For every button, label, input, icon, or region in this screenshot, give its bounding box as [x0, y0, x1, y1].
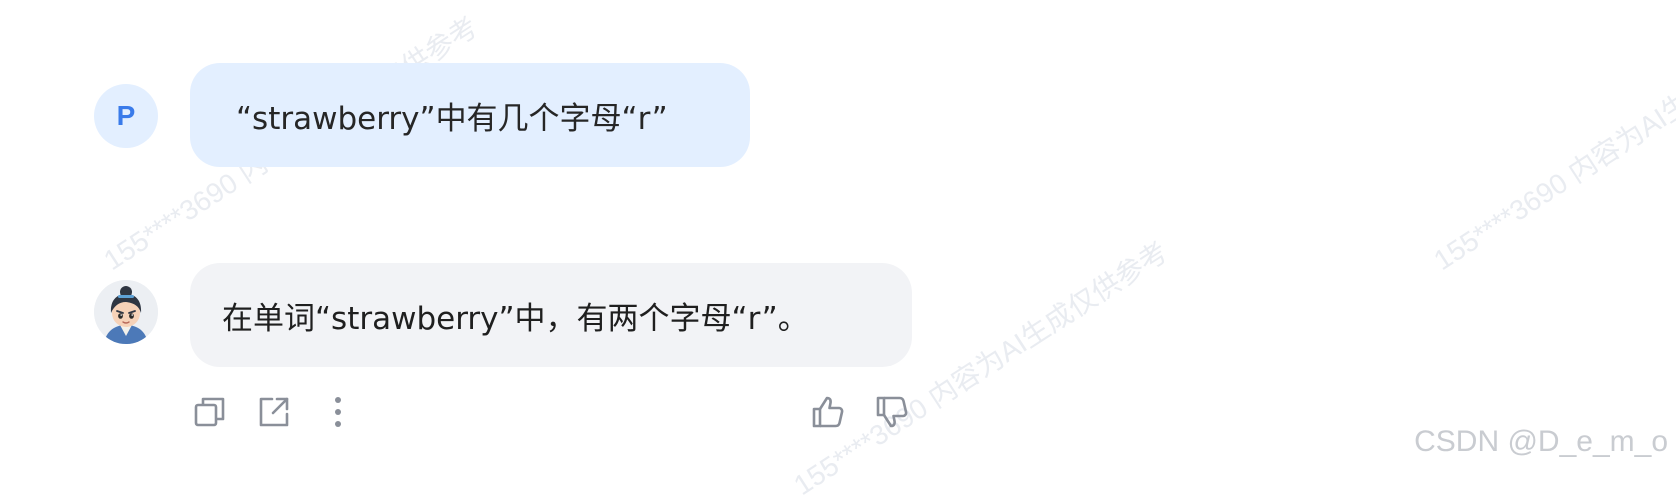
assistant-avatar — [94, 280, 158, 344]
watermark: 155****3690 内容为AI生成仅供参考 — [1428, 11, 1676, 277]
copy-icon[interactable] — [192, 394, 228, 430]
assistant-message-text: 在单词“strawberry”中，有两个字母“r”。 — [222, 300, 809, 337]
user-avatar: P — [94, 84, 158, 148]
thumbs-down-icon[interactable] — [874, 394, 910, 430]
user-message-text: “strawberry”中有几个字母“r” — [236, 100, 668, 137]
thumbs-up-icon[interactable] — [810, 394, 846, 430]
csdn-credit: CSDN @D_e_m_o — [1414, 425, 1668, 458]
assistant-message-bubble: 在单词“strawberry”中，有两个字母“r”。 — [190, 263, 912, 367]
share-icon[interactable] — [256, 394, 292, 430]
more-icon[interactable] — [320, 394, 356, 430]
user-message-bubble: “strawberry”中有几个字母“r” — [190, 63, 750, 167]
user-avatar-letter: P — [116, 100, 136, 131]
character-avatar-icon — [94, 280, 158, 344]
